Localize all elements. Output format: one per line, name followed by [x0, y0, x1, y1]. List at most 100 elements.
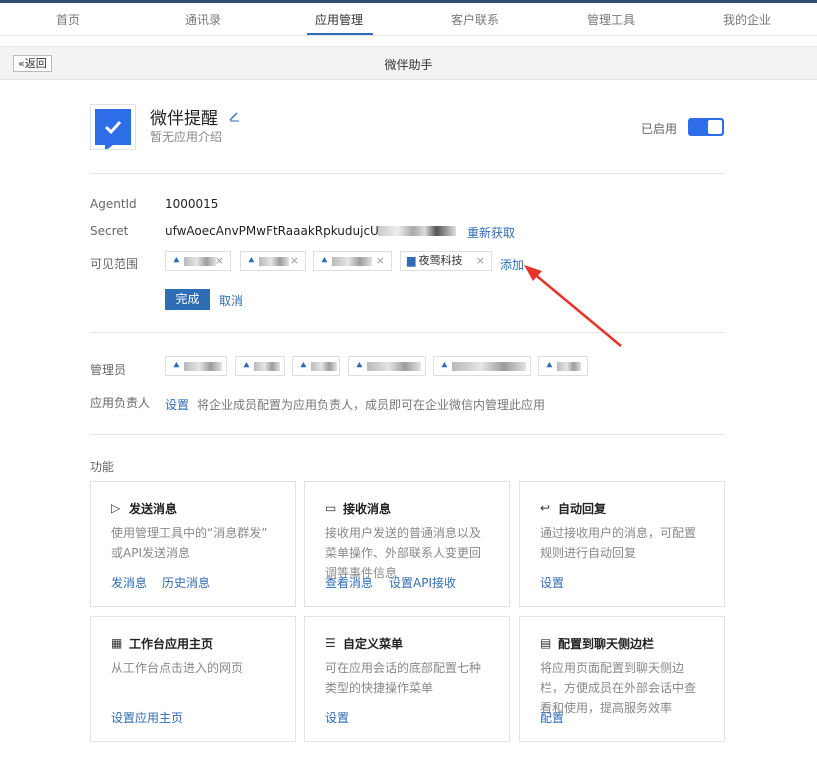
feature-card-auto-reply: ↩ 自动回复 通过接收用户的消息，可配置 规则进行自动回复 设置 — [519, 481, 725, 607]
remove-chip-icon[interactable]: × — [290, 252, 299, 270]
admins-label: 管理员 — [90, 363, 127, 377]
enabled-status-label: 已启用 — [641, 122, 678, 136]
checkmark-icon — [104, 120, 122, 149]
redacted-name — [331, 256, 372, 266]
card-description: 可在应用会话的底部配置七种 类型的快捷操作菜单 — [325, 661, 482, 695]
configure-sidebar-link[interactable]: 配置 — [540, 709, 564, 726]
menu-icon: ☰ — [325, 636, 336, 650]
secret-label: Secret — [90, 224, 129, 238]
card-description: 从工作台点击进入的网页 — [111, 661, 244, 675]
divider — [90, 332, 724, 333]
add-visible-link[interactable]: 添加 — [500, 256, 524, 273]
card-title: 接收消息 — [343, 502, 392, 516]
visible-chip: ⯅ × — [240, 251, 306, 271]
sidebar-icon: ▤ — [540, 636, 552, 650]
person-icon: ⯅ — [440, 359, 449, 372]
app-logo — [90, 104, 136, 150]
tab-management-tools[interactable]: 管理工具 — [587, 11, 635, 28]
toggle-knob — [708, 120, 722, 134]
visible-chip: ⯅ × — [165, 251, 231, 271]
person-icon: ⯅ — [355, 359, 364, 372]
enable-toggle[interactable] — [688, 118, 724, 136]
cancel-link[interactable]: 取消 — [219, 292, 243, 309]
view-messages-link[interactable]: 查看消息 — [325, 574, 373, 591]
grid-icon: ▦ — [111, 636, 123, 650]
card-title: 发送消息 — [129, 502, 178, 516]
redacted-name — [310, 361, 337, 371]
admin-chip: ⯅ — [235, 356, 285, 376]
person-icon: ⯅ — [172, 254, 181, 267]
card-description: 使用管理工具中的“消息群发” 或API发送消息 — [111, 526, 268, 560]
refresh-secret-link[interactable]: 重新获取 — [467, 224, 515, 241]
remove-chip-icon[interactable]: × — [376, 252, 385, 270]
tab-home[interactable]: 首页 — [56, 11, 80, 28]
card-title: 自定义菜单 — [343, 637, 404, 651]
person-icon: ⯅ — [247, 254, 256, 267]
visible-scope-label: 可见范围 — [90, 257, 139, 271]
remove-chip-icon[interactable]: × — [215, 252, 224, 270]
person-icon: ⯅ — [299, 359, 308, 372]
admin-chip: ⯅ — [292, 356, 340, 376]
redacted-name — [258, 256, 289, 266]
admin-chip: ⯅ — [165, 356, 227, 376]
top-nav: 首页 通讯录 应用管理 客户联系 管理工具 我的企业 — [0, 0, 817, 36]
redacted-name — [451, 361, 526, 371]
feature-card-chat-sidebar: ▤ 配置到聊天侧边栏 将应用页面配置到聊天侧边 栏，方便成员在外部会话中查 看和使用… — [519, 616, 725, 742]
redacted-name — [556, 361, 581, 371]
person-icon: ⯅ — [545, 359, 554, 372]
send-icon: ▷ — [111, 501, 121, 515]
agentid-value: 1000015 — [165, 197, 219, 211]
divider — [90, 173, 724, 174]
reply-icon: ↩ — [540, 501, 551, 515]
agentid-label: AgentId — [90, 197, 137, 211]
feature-card-custom-menu: ☰ 自定义菜单 可在应用会话的底部配置七种 类型的快捷操作菜单 设置 — [304, 616, 510, 742]
features-label: 功能 — [90, 460, 115, 474]
card-title: 工作台应用主页 — [129, 637, 214, 651]
page-title: 微伴助手 — [384, 58, 433, 72]
set-api-receive-link[interactable]: 设置API接收 — [389, 574, 456, 591]
remove-chip-icon[interactable]: × — [476, 252, 485, 270]
secret-redacted-blur — [378, 226, 456, 236]
feature-card-receive-message: ▭ 接收消息 接收用户发送的普通消息以及 菜单操作、外部联系人变更回 调等事件信息 … — [304, 481, 510, 607]
visible-chip: ⯅ × — [313, 251, 392, 271]
owner-hint: 将企业成员配置为应用负责人，成员即可在企业微信内管理此应用 — [197, 398, 546, 412]
send-message-link[interactable]: 发消息 — [111, 574, 147, 591]
redacted-name — [183, 361, 222, 371]
tab-app-management[interactable]: 应用管理 — [315, 11, 363, 28]
secret-value: ufwAoecAnvPMwFtRaaakRpkudujcUD — [165, 224, 389, 238]
person-icon: ⯅ — [320, 254, 329, 267]
person-icon: ⯅ — [242, 359, 251, 372]
admin-chip: ⯅ — [538, 356, 588, 376]
tab-customer-contact[interactable]: 客户联系 — [451, 11, 499, 28]
edit-name-icon[interactable] — [228, 110, 240, 122]
feature-card-send-message: ▷ 发送消息 使用管理工具中的“消息群发” 或API发送消息 发消息 历史消息 — [90, 481, 296, 607]
visible-chip-dept: ▆ 夜莺科技 × — [400, 251, 492, 271]
admin-chip: ⯅ — [433, 356, 531, 376]
history-message-link[interactable]: 历史消息 — [162, 574, 210, 591]
card-title: 配置到聊天侧边栏 — [558, 637, 655, 651]
divider — [90, 434, 724, 435]
done-button[interactable]: 完成 — [165, 289, 210, 310]
card-title: 自动回复 — [558, 502, 607, 516]
card-description: 将应用页面配置到聊天侧边 栏，方便成员在外部会话中查 看和使用，提高服务效率 — [540, 661, 697, 715]
app-description: 暂无应用介绍 — [150, 130, 223, 144]
set-owner-link[interactable]: 设置 — [165, 396, 189, 413]
app-owner-label: 应用负责人 — [90, 396, 151, 410]
redacted-name — [366, 361, 421, 371]
dept-name: 夜莺科技 — [418, 254, 463, 267]
folder-icon: ▆ — [407, 254, 416, 267]
message-icon: ▭ — [325, 501, 337, 515]
card-description: 通过接收用户的消息，可配置 规则进行自动回复 — [540, 526, 697, 560]
custom-menu-settings-link[interactable]: 设置 — [325, 709, 349, 726]
tab-my-enterprise[interactable]: 我的企业 — [723, 11, 771, 28]
set-app-home-link[interactable]: 设置应用主页 — [111, 709, 183, 726]
feature-card-workbench-home: ▦ 工作台应用主页 从工作台点击进入的网页 设置应用主页 — [90, 616, 296, 742]
active-tab-indicator — [307, 33, 373, 35]
sub-header: «返回 微伴助手 — [0, 46, 817, 80]
person-icon: ⯅ — [172, 359, 181, 372]
admin-chip: ⯅ — [348, 356, 426, 376]
redacted-name — [253, 361, 280, 371]
tab-contacts[interactable]: 通讯录 — [185, 11, 221, 28]
redacted-name — [183, 256, 216, 266]
auto-reply-settings-link[interactable]: 设置 — [540, 574, 564, 591]
